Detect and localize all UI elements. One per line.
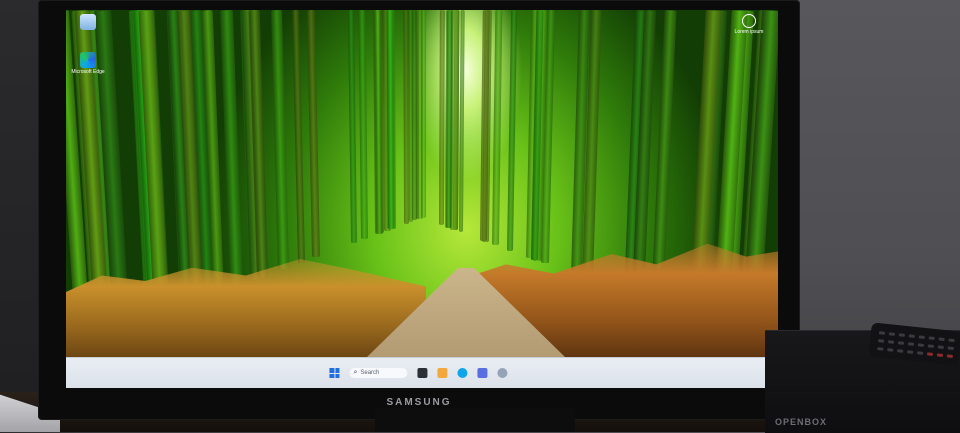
desktop-icon-recycle-bin[interactable] bbox=[70, 14, 106, 32]
remote-button bbox=[906, 350, 914, 354]
remote-button bbox=[888, 332, 896, 336]
edge-icon bbox=[80, 52, 96, 68]
monitor-screen: Microsoft Edge Lorem ipsum ⌕ Search bbox=[66, 10, 778, 388]
remote-button bbox=[948, 338, 955, 343]
remote-button bbox=[938, 337, 945, 342]
remote-button bbox=[918, 335, 925, 339]
start-button[interactable] bbox=[329, 368, 340, 378]
remote-button bbox=[937, 345, 944, 350]
recycle-bin-icon bbox=[80, 14, 96, 30]
remote-button bbox=[898, 333, 906, 337]
edge-taskbar-icon[interactable] bbox=[457, 368, 468, 378]
remote-button bbox=[877, 347, 884, 351]
remote-button bbox=[928, 336, 935, 341]
search-placeholder: Search bbox=[360, 370, 380, 376]
file-explorer-icon[interactable] bbox=[437, 368, 448, 378]
taskbar: ⌕ Search bbox=[66, 357, 778, 388]
taskbar-icons: ⌕ Search bbox=[329, 368, 508, 378]
remote-button bbox=[916, 351, 924, 355]
remote-button bbox=[927, 344, 935, 348]
remote-button bbox=[946, 354, 954, 359]
remote-button bbox=[897, 349, 904, 353]
search-icon: ⌕ bbox=[353, 369, 358, 376]
remote-button bbox=[887, 348, 894, 352]
remote-button bbox=[897, 341, 905, 345]
remote-button bbox=[936, 353, 944, 357]
task-view-icon[interactable] bbox=[417, 368, 428, 378]
settop-box-brand: OPENBOX bbox=[775, 417, 828, 427]
remote-button bbox=[917, 343, 925, 347]
bamboo-stalk bbox=[408, 10, 414, 222]
remote-button bbox=[908, 334, 915, 338]
desktop-icon-label: Lorem ipsum bbox=[734, 29, 764, 35]
bamboo-stalk bbox=[386, 10, 394, 230]
taskbar-search[interactable]: ⌕ Search bbox=[349, 368, 408, 378]
remote-button bbox=[887, 340, 895, 344]
remote-button bbox=[907, 342, 915, 346]
bamboo-stalk bbox=[445, 10, 452, 228]
store-icon[interactable] bbox=[477, 368, 488, 378]
desktop-icon-top-right[interactable]: Lorem ipsum bbox=[734, 14, 764, 36]
monitor-stand bbox=[375, 408, 575, 432]
remote-button bbox=[947, 346, 954, 351]
remote-button bbox=[926, 352, 934, 356]
desktop-icon-label: Microsoft Edge bbox=[71, 69, 105, 75]
bamboo-stalk bbox=[421, 10, 427, 219]
settings-icon[interactable] bbox=[497, 368, 508, 378]
monitor-brand: SAMSUNG bbox=[386, 397, 452, 408]
app-icon bbox=[742, 14, 756, 28]
desktop-icon-edge[interactable]: Microsoft Edge bbox=[70, 52, 106, 76]
remote-button bbox=[878, 331, 886, 335]
remote-button bbox=[877, 339, 885, 343]
